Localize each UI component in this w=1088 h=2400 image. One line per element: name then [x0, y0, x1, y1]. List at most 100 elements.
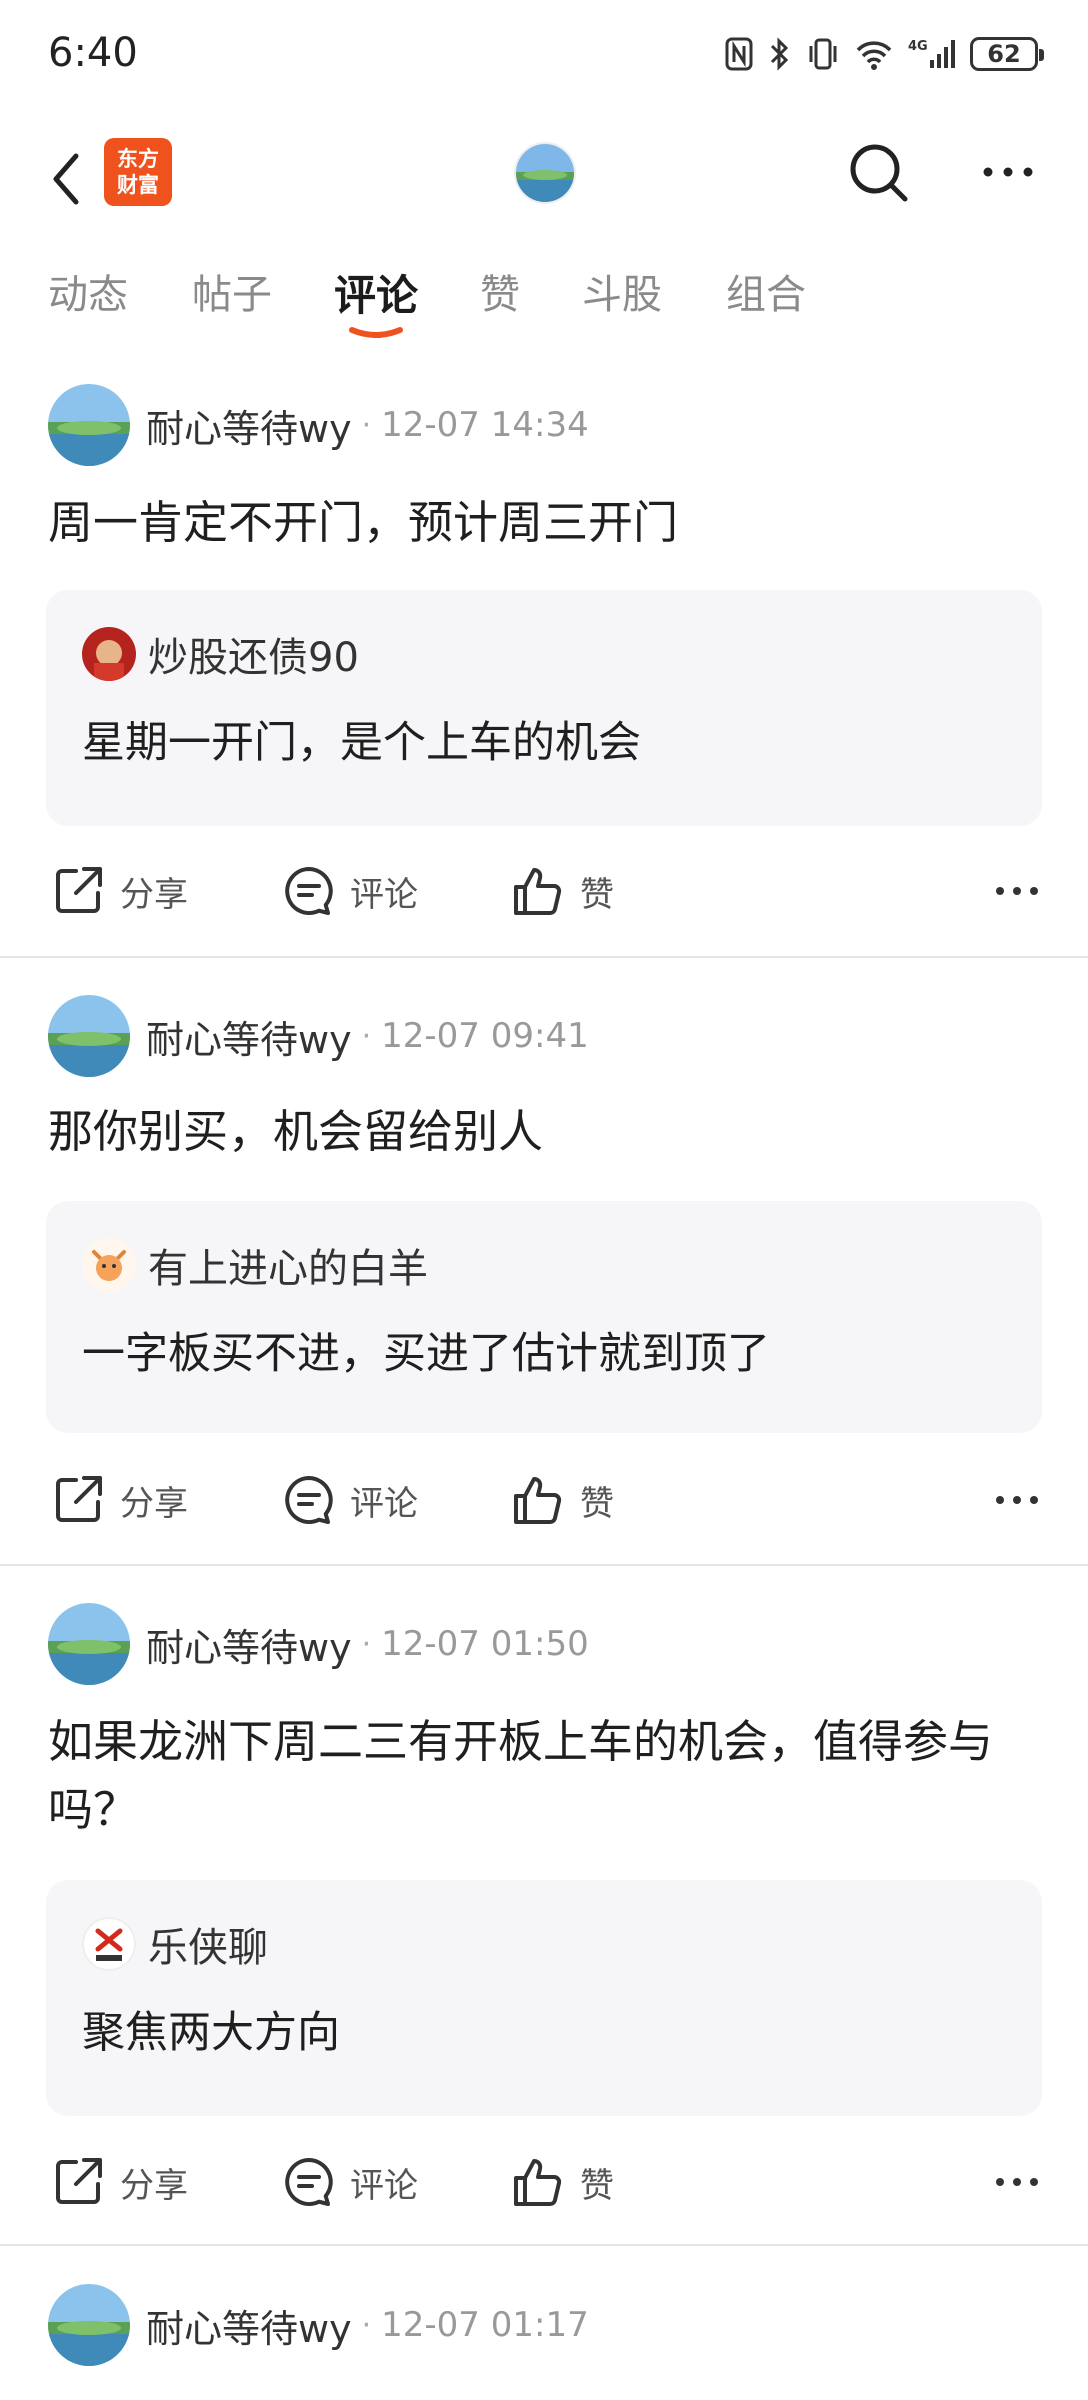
more-icon[interactable]: [994, 869, 1040, 913]
quoted-post[interactable]: 炒股还债90 星期一开门，是个上车的机会: [46, 590, 1042, 826]
avatar[interactable]: [48, 1603, 130, 1685]
comment-card: 耐心等待wy · 12-07 01:17: [0, 2283, 1088, 2400]
avatar[interactable]: [48, 384, 130, 466]
quoted-avatar: [82, 1238, 136, 1292]
post-time: 12-07 09:41: [381, 1016, 589, 1056]
share-button[interactable]: 分享: [50, 851, 188, 931]
author-name[interactable]: 耐心等待wy: [146, 1009, 352, 1064]
action-bar: 分享 评论 赞: [0, 851, 1088, 931]
comment-label: 评论: [350, 2165, 418, 2206]
comment-button[interactable]: 评论: [282, 2142, 418, 2222]
back-arrow-icon[interactable]: [44, 146, 94, 212]
divider: [0, 1564, 1088, 1566]
like-label: 赞: [580, 1483, 614, 1524]
quoted-author: 有上进心的白羊: [148, 1246, 428, 1292]
post-time: 12-07 01:17: [381, 2305, 589, 2345]
quoted-text: 星期一开门，是个上车的机会: [82, 718, 641, 768]
share-label: 分享: [120, 874, 188, 915]
profile-tabs: 动态 帖子 评论 赞 斗股 组合: [0, 262, 1088, 342]
author-name[interactable]: 耐心等待wy: [146, 2298, 352, 2353]
comment-text[interactable]: 那你别买，机会留给别人: [48, 1098, 1038, 1166]
comment-icon: [285, 867, 333, 915]
comment-text[interactable]: 如果龙洲下周二三有开板上车的机会，值得参与吗？: [48, 1708, 1038, 1844]
logo-line2: 财富: [117, 173, 159, 197]
svg-text:4G: 4G: [908, 39, 928, 54]
quoted-author: 炒股还债90: [148, 635, 359, 681]
share-label: 分享: [120, 2165, 188, 2206]
avatar[interactable]: [48, 995, 130, 1077]
battery-indicator: 62: [970, 37, 1044, 71]
separator-dot: ·: [361, 1018, 372, 1054]
profile-avatar[interactable]: [514, 142, 576, 204]
wifi-icon: [856, 41, 892, 70]
status-bar: 6:40 4G 62: [0, 0, 1088, 115]
author-name[interactable]: 耐心等待wy: [146, 1617, 352, 1672]
author-name[interactable]: 耐心等待wy: [146, 398, 352, 453]
quoted-post[interactable]: 乐侠聊 聚焦两大方向: [46, 1880, 1042, 2116]
action-bar: 分享 评论 赞: [0, 1460, 1088, 1540]
quoted-author: 乐侠聊: [148, 1925, 268, 1971]
divider: [0, 956, 1088, 958]
post-header: 耐心等待wy · 12-07 14:34: [48, 383, 589, 467]
more-icon[interactable]: [994, 2160, 1040, 2204]
more-icon[interactable]: [994, 1478, 1040, 1522]
like-button[interactable]: 赞: [510, 1460, 614, 1540]
quoted-post-header: 炒股还债90: [82, 626, 359, 682]
thumbs-up-icon: [514, 2159, 562, 2206]
status-icons: 4G 62: [724, 34, 1044, 74]
signal-icon: 4G: [908, 39, 955, 68]
comment-card: 耐心等待wy · 12-07 01:50 如果龙洲下周二三有开板上车的机会，值得…: [0, 1602, 1088, 2242]
tab-comments[interactable]: 评论: [334, 262, 418, 323]
like-label: 赞: [580, 874, 614, 915]
quoted-text: 聚焦两大方向: [82, 2008, 340, 2058]
quoted-avatar: [82, 627, 136, 681]
like-label: 赞: [580, 2165, 614, 2206]
thumbs-up-icon: [514, 868, 562, 915]
divider: [0, 2244, 1088, 2246]
share-icon: [56, 2158, 102, 2204]
comment-icon: [285, 2158, 333, 2206]
tab-posts[interactable]: 帖子: [192, 262, 272, 320]
post-time: 12-07 14:34: [381, 405, 589, 445]
comment-label: 评论: [350, 874, 418, 915]
comment-text[interactable]: 周一肯定不开门，预计周三开门: [48, 489, 1038, 557]
quoted-avatar: [82, 1917, 136, 1971]
share-button[interactable]: 分享: [50, 2142, 188, 2222]
quoted-text: 一字板买不进，买进了估计就到顶了: [82, 1329, 770, 1379]
bluetooth-icon: [770, 37, 789, 71]
comment-icon: [285, 1476, 333, 1524]
logo-line1: 东方: [117, 147, 159, 171]
post-header: 耐心等待wy · 12-07 01:17: [48, 2283, 589, 2367]
like-button[interactable]: 赞: [510, 2142, 614, 2222]
comment-card: 耐心等待wy · 12-07 14:34 周一肯定不开门，预计周三开门 炒股还债…: [0, 383, 1088, 958]
search-icon[interactable]: [846, 140, 912, 206]
tab-dynamic[interactable]: 动态: [48, 262, 128, 320]
share-icon: [56, 867, 102, 913]
thumbs-up-icon: [514, 1477, 562, 1524]
tab-likes[interactable]: 赞: [480, 262, 520, 320]
post-time: 12-07 01:50: [381, 1624, 589, 1664]
avatar[interactable]: [48, 2284, 130, 2366]
quoted-post[interactable]: 有上进心的白羊 一字板买不进，买进了估计就到顶了: [46, 1201, 1042, 1433]
comment-button[interactable]: 评论: [282, 1460, 418, 1540]
share-icon: [56, 1476, 102, 1522]
tab-portfolio[interactable]: 组合: [726, 262, 806, 320]
quoted-post-header: 乐侠聊: [82, 1916, 268, 1972]
comment-label: 评论: [350, 1483, 418, 1524]
status-time: 6:40: [48, 30, 138, 76]
comment-card: 耐心等待wy · 12-07 09:41 那你别买，机会留给别人 有上进心的白羊…: [0, 994, 1088, 1564]
like-button[interactable]: 赞: [510, 851, 614, 931]
comment-button[interactable]: 评论: [282, 851, 418, 931]
post-header: 耐心等待wy · 12-07 01:50: [48, 1602, 589, 1686]
action-bar: 分享 评论 赞: [0, 2142, 1088, 2222]
app-bar: 东方 财富: [0, 130, 1088, 230]
separator-dot: ·: [361, 2307, 372, 2343]
post-header: 耐心等待wy · 12-07 09:41: [48, 994, 589, 1078]
separator-dot: ·: [361, 1626, 372, 1662]
tab-stock-battle[interactable]: 斗股: [582, 262, 662, 320]
nfc-icon: [725, 37, 753, 71]
app-logo: 东方 财富: [104, 138, 172, 206]
share-button[interactable]: 分享: [50, 1460, 188, 1540]
separator-dot: ·: [361, 407, 372, 443]
more-options-icon[interactable]: [978, 150, 1038, 194]
